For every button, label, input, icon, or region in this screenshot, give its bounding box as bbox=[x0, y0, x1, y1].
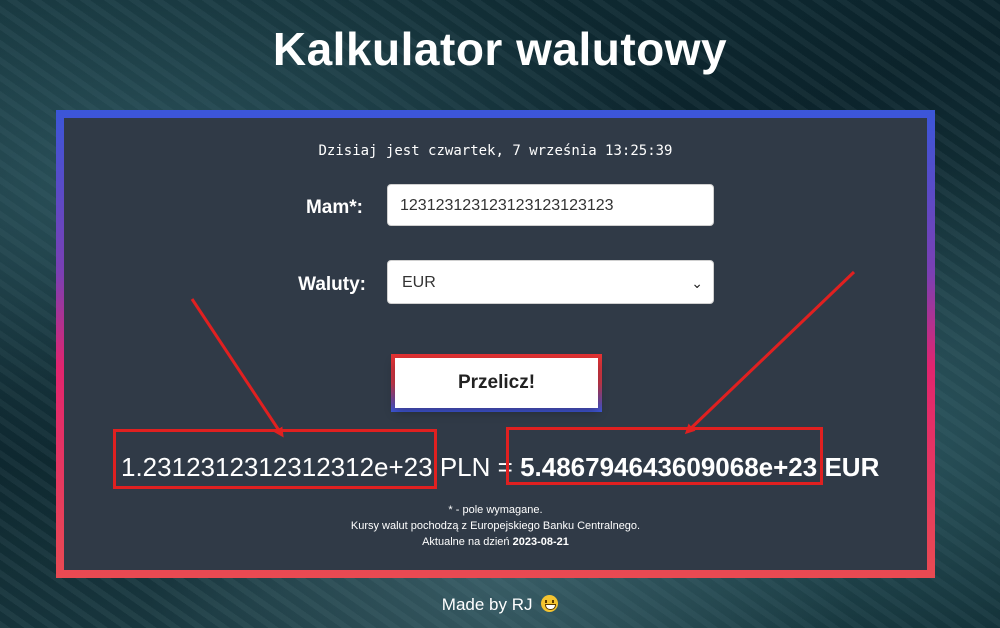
amount-label: Mam*: bbox=[305, 197, 363, 218]
annotation-box-output-amount bbox=[506, 427, 823, 485]
calculator-card-border: Dzisiaj jest czwartek, 7 września 13:25:… bbox=[56, 110, 935, 578]
convert-button-highlight: Przelicz! bbox=[391, 354, 602, 412]
chevron-down-icon: ⌄ bbox=[691, 275, 703, 291]
footer-text: Made by RJ bbox=[441, 595, 533, 614]
currency-label: Waluty: bbox=[298, 274, 366, 295]
footnotes: * - pole wymagane. Kursy walut pochodzą … bbox=[64, 502, 927, 550]
output-currency: EUR bbox=[824, 452, 880, 482]
footer: Made by RJ bbox=[0, 595, 1000, 615]
required-note: * - pole wymagane. bbox=[448, 504, 543, 516]
source-note: Kursy walut pochodzą z Europejskiego Ban… bbox=[350, 520, 641, 532]
updated-prefix: Aktualne na dzień bbox=[422, 536, 510, 548]
page-title: Kalkulator walutowy bbox=[272, 23, 728, 75]
grinning-emoji-icon bbox=[541, 595, 559, 612]
amount-input[interactable]: 123123123123123123123123 bbox=[387, 184, 714, 226]
convert-button[interactable]: Przelicz! bbox=[395, 358, 598, 408]
updated-note: Aktualne na dzień 2023-08-21 bbox=[64, 534, 927, 550]
currency-selected-value: EUR bbox=[402, 274, 436, 291]
currency-select[interactable]: EUR ⌄ bbox=[387, 260, 714, 304]
date-time-line: Dzisiaj jest czwartek, 7 września 13:25:… bbox=[318, 143, 673, 159]
input-currency: PLN bbox=[439, 452, 491, 482]
updated-date: 2023-08-21 bbox=[512, 536, 569, 548]
annotation-arrow-left bbox=[190, 298, 284, 438]
calculator-card: Dzisiaj jest czwartek, 7 września 13:25:… bbox=[64, 118, 927, 570]
annotation-box-input-amount bbox=[113, 429, 437, 489]
